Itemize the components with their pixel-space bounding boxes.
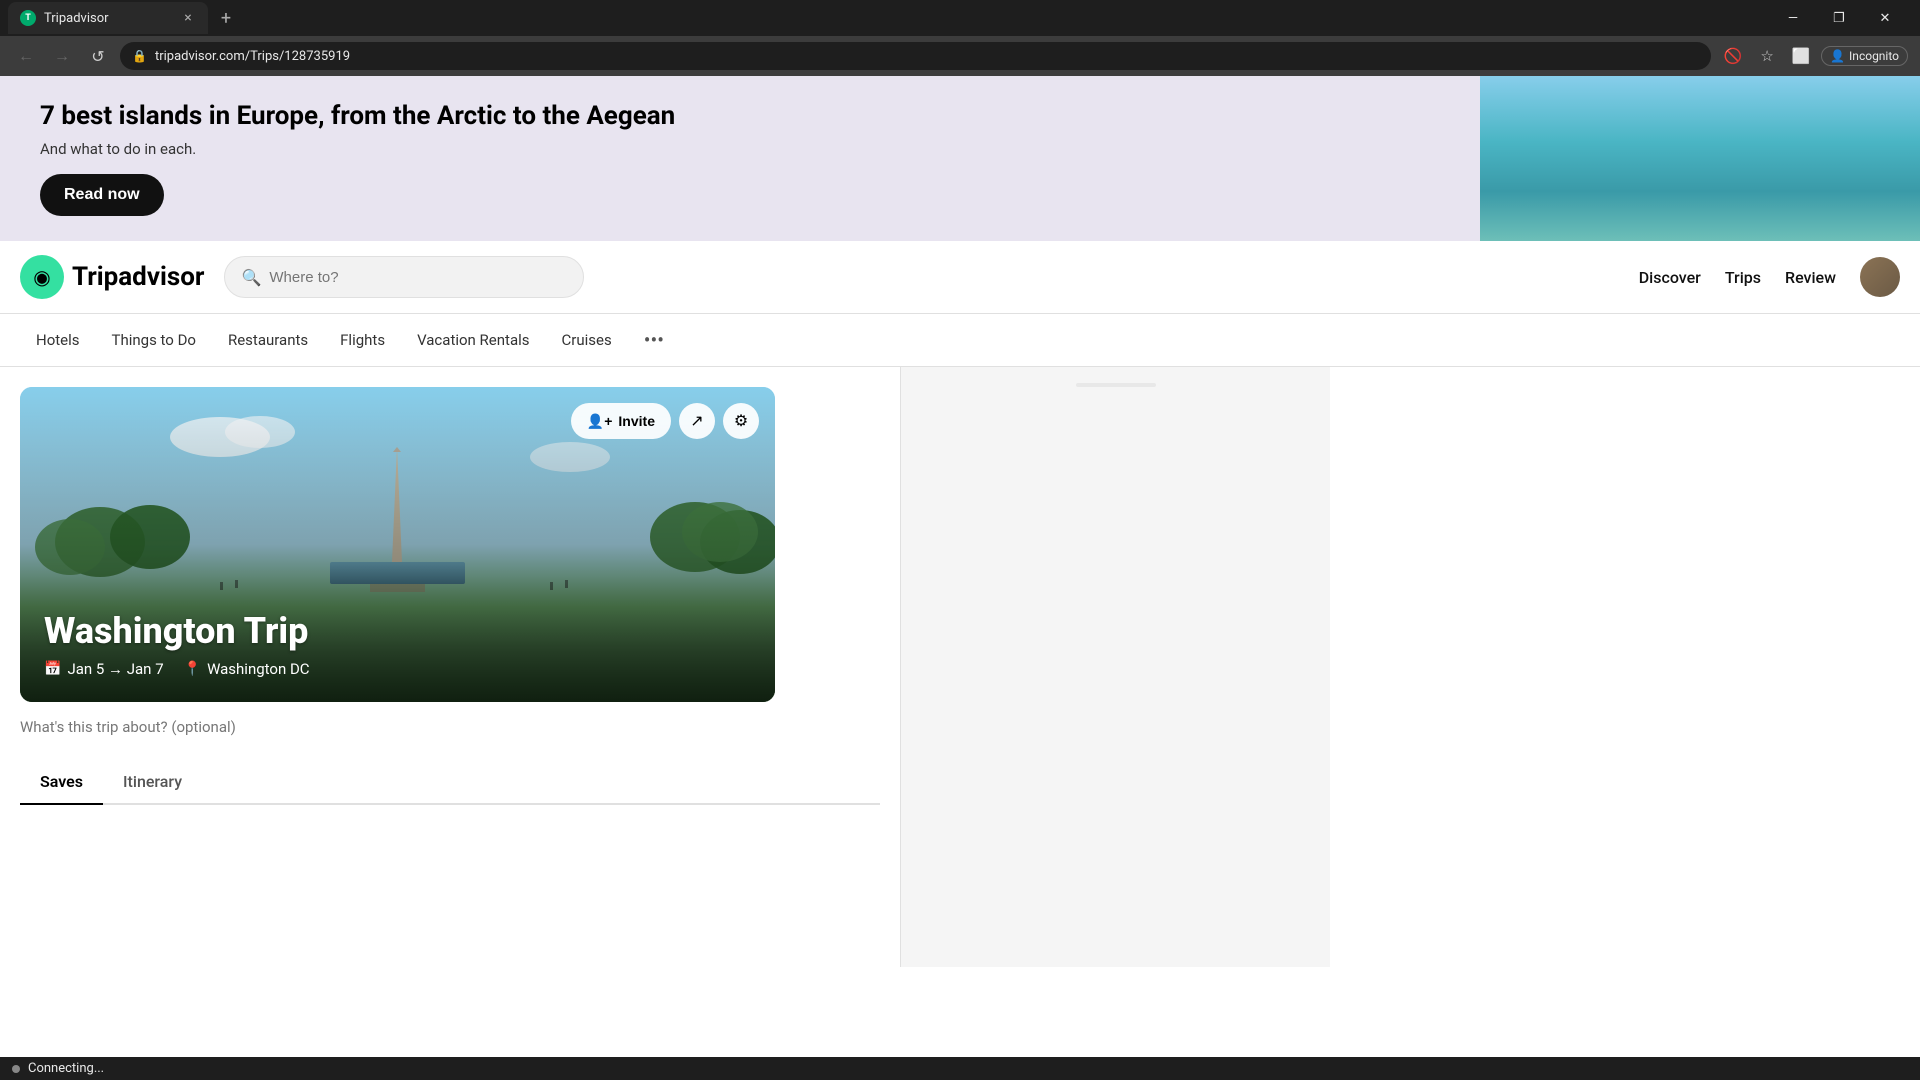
- incognito-label: Incognito: [1849, 49, 1899, 63]
- banner-headline: 7 best islands in Europe, from the Arcti…: [40, 101, 1440, 132]
- search-icon: 🔍: [241, 268, 261, 287]
- review-nav-link[interactable]: Review: [1785, 268, 1836, 287]
- share-button[interactable]: ↗: [679, 403, 715, 439]
- new-tab-button[interactable]: +: [212, 4, 240, 32]
- window-maximize-button[interactable]: ❐: [1816, 0, 1862, 36]
- discover-nav-link[interactable]: Discover: [1639, 268, 1701, 287]
- back-button[interactable]: ←: [12, 42, 40, 70]
- read-now-button[interactable]: Read now: [40, 174, 164, 216]
- site-header: Tripadvisor 🔍 Discover Trips Review: [0, 241, 1920, 314]
- tab-title: Tripadvisor: [44, 11, 172, 26]
- main-layout: 👤+ Invite ↗ ⚙ Washington Trip 📅: [0, 367, 1920, 967]
- gear-icon: ⚙: [734, 411, 748, 431]
- status-text: Connecting...: [28, 1061, 104, 1076]
- refresh-button[interactable]: ↺: [84, 42, 112, 70]
- trip-tabs: Saves Itinerary: [20, 760, 880, 805]
- header-nav: Discover Trips Review: [1639, 257, 1900, 297]
- no-camera-icon[interactable]: 🚫: [1719, 42, 1747, 70]
- nav-item-cruises[interactable]: Cruises: [546, 317, 628, 363]
- nav-item-vacation-rentals[interactable]: Vacation Rentals: [401, 317, 545, 363]
- browser-tab-active[interactable]: T Tripadvisor ×: [8, 2, 208, 34]
- browser-chrome: T Tripadvisor × + — ❐ ✕ ← → ↺ 🔒 tripadvi…: [0, 0, 1920, 76]
- trip-date: Jan 5 → Jan 7: [67, 660, 163, 678]
- browser-toolbar: ← → ↺ 🔒 tripadvisor.com/Trips/128735919 …: [0, 36, 1920, 76]
- tab-saves[interactable]: Saves: [20, 760, 103, 805]
- calendar-icon: 📅: [44, 661, 61, 677]
- category-nav-bar: Hotels Things to Do Restaurants Flights …: [0, 314, 1920, 367]
- share-icon: ↗: [690, 411, 703, 431]
- nav-item-restaurants[interactable]: Restaurants: [212, 317, 324, 363]
- main-content: 👤+ Invite ↗ ⚙ Washington Trip 📅: [0, 367, 900, 967]
- url-text: tripadvisor.com/Trips/128735919: [155, 49, 350, 64]
- tab-bar-right: — ❐ ✕: [244, 0, 1912, 36]
- invite-icon: 👤+: [587, 413, 613, 430]
- window-minimize-button[interactable]: —: [1770, 0, 1816, 36]
- banner-text-area: 7 best islands in Europe, from the Arcti…: [0, 76, 1480, 241]
- trip-meta: 📅 Jan 5 → Jan 7 📍 Washington DC: [44, 660, 310, 678]
- bookmark-icon[interactable]: ☆: [1753, 42, 1781, 70]
- banner-subtext: And what to do in each.: [40, 140, 1440, 158]
- logo-text: Tripadvisor: [72, 262, 204, 292]
- trip-description[interactable]: What's this trip about? (optional): [20, 702, 880, 752]
- tab-favicon: T: [20, 10, 36, 26]
- article-banner: 7 best islands in Europe, from the Arcti…: [0, 76, 1920, 241]
- nav-item-hotels[interactable]: Hotels: [20, 317, 96, 363]
- trip-card-info: Washington Trip 📅 Jan 5 → Jan 7 📍 Washin…: [44, 610, 310, 678]
- banner-image: [1480, 76, 1920, 241]
- trip-location-meta: 📍 Washington DC: [184, 660, 310, 678]
- incognito-icon: 👤: [1830, 49, 1845, 63]
- tripadvisor-logo[interactable]: Tripadvisor: [20, 255, 204, 299]
- lock-icon: 🔒: [132, 49, 147, 63]
- nav-more-icon: •••: [644, 328, 664, 352]
- logo-icon: [20, 255, 64, 299]
- trip-hero-card: 👤+ Invite ↗ ⚙ Washington Trip 📅: [20, 387, 775, 702]
- window-close-button[interactable]: ✕: [1862, 0, 1908, 36]
- trip-description-text: What's this trip about? (optional): [20, 718, 236, 736]
- nav-item-things-to-do[interactable]: Things to Do: [96, 317, 212, 363]
- right-sidebar: [900, 367, 1330, 967]
- incognito-badge[interactable]: 👤 Incognito: [1821, 46, 1908, 66]
- invite-label: Invite: [618, 413, 655, 429]
- banner-image-inner: [1480, 76, 1920, 241]
- forward-button[interactable]: →: [48, 42, 76, 70]
- cast-icon[interactable]: ⬜: [1787, 42, 1815, 70]
- trip-location: Washington DC: [207, 660, 310, 678]
- search-bar[interactable]: 🔍: [224, 256, 584, 298]
- address-bar[interactable]: 🔒 tripadvisor.com/Trips/128735919: [120, 42, 1711, 70]
- settings-button[interactable]: ⚙: [723, 403, 759, 439]
- user-avatar[interactable]: [1860, 257, 1900, 297]
- page-content: 7 best islands in Europe, from the Arcti…: [0, 76, 1920, 967]
- pin-icon: 📍: [184, 661, 201, 677]
- trip-title: Washington Trip: [44, 610, 310, 652]
- tab-itinerary[interactable]: Itinerary: [103, 760, 202, 805]
- tab-close-button[interactable]: ×: [180, 10, 196, 26]
- nav-more-button[interactable]: •••: [628, 314, 680, 366]
- browser-tab-bar: T Tripadvisor × + — ❐ ✕: [0, 0, 1920, 36]
- search-input[interactable]: [269, 269, 567, 286]
- status-dot: [12, 1065, 20, 1073]
- browser-status-bar: Connecting...: [0, 1057, 1920, 1080]
- trips-nav-link[interactable]: Trips: [1725, 268, 1761, 287]
- toolbar-icons: 🚫 ☆ ⬜ 👤 Incognito: [1719, 42, 1908, 70]
- trip-date-meta: 📅 Jan 5 → Jan 7: [44, 660, 164, 678]
- trip-card-actions: 👤+ Invite ↗ ⚙: [571, 403, 759, 439]
- invite-button[interactable]: 👤+ Invite: [571, 403, 671, 439]
- nav-item-flights[interactable]: Flights: [324, 317, 401, 363]
